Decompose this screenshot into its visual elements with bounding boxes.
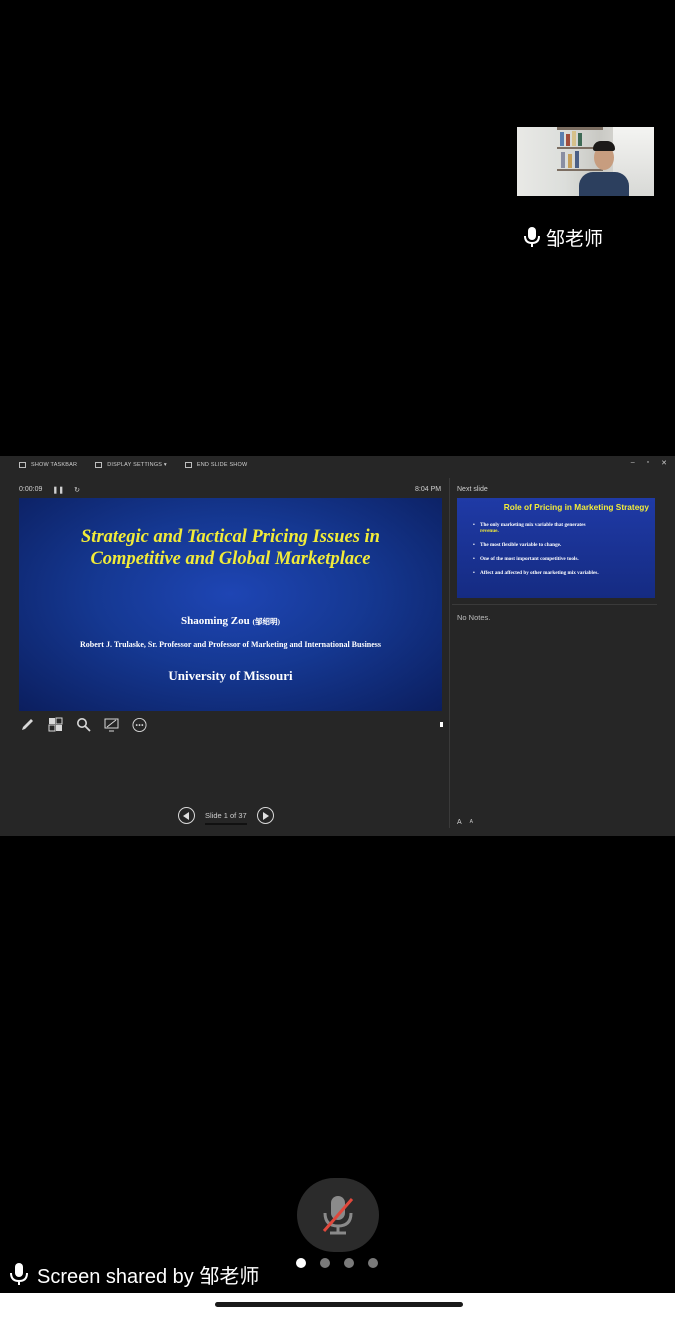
close-button[interactable]: ✕ <box>661 459 667 467</box>
slide-tools <box>20 717 147 732</box>
window-controls: – ▫ ✕ <box>631 459 667 467</box>
participant-name: 邹老师 <box>546 228 604 250</box>
end-show-icon <box>184 462 192 468</box>
bookshelf <box>557 127 603 130</box>
microphone-icon <box>10 1263 28 1285</box>
page-indicator[interactable] <box>296 1258 378 1268</box>
decrease-font-button[interactable]: A <box>470 819 473 826</box>
slide-university: University of Missouri <box>168 668 293 683</box>
shared-screen-presenter-view: SHOW TASKBAR DISPLAY SETTINGS ▾ END SLID… <box>0 456 675 836</box>
display-settings-icon <box>95 462 103 468</box>
list-item: Affect and affected by other marketing m… <box>473 570 651 576</box>
microphone-icon <box>524 227 540 247</box>
restore-button[interactable]: ▫ <box>647 459 649 467</box>
display-icon[interactable] <box>104 717 119 732</box>
slide-navigation: Slide 1 of 37 <box>178 807 274 825</box>
page-dot[interactable] <box>344 1258 354 1268</box>
zoom-icon[interactable] <box>76 717 91 732</box>
page-dot[interactable] <box>320 1258 330 1268</box>
more-icon[interactable] <box>132 717 147 732</box>
slide-author: Shaoming Zou (邹绍明) <box>180 615 281 627</box>
end-slide-show-button[interactable]: END SLIDE SHOW <box>184 462 247 468</box>
taskbar-icon <box>19 462 26 468</box>
slide-title: Strategic and Tactical Pricing Issues in… <box>81 527 380 569</box>
mute-toggle-button[interactable] <box>297 1178 379 1252</box>
microphone-muted-icon <box>322 1196 354 1235</box>
screen-share-label: Screen shared by 邹老师 <box>37 1265 260 1288</box>
increase-font-button[interactable]: A <box>457 819 462 826</box>
next-slide-preview[interactable]: Role of Pricing in Marketing Strategy Th… <box>457 498 655 598</box>
notes-font-controls: A A <box>457 819 473 826</box>
speaker-label: 邹老师 <box>522 224 603 250</box>
speaker-notes[interactable]: No Notes. <box>457 613 490 622</box>
minimize-button[interactable]: – <box>631 459 635 467</box>
page-dot[interactable] <box>296 1258 306 1268</box>
display-settings-button[interactable]: DISPLAY SETTINGS ▾ <box>95 462 167 468</box>
elapsed-timer: 0:00:09 ❚❚ ↻ <box>19 486 80 494</box>
notes-divider <box>452 604 657 605</box>
person-body <box>579 172 629 196</box>
next-slide-button[interactable] <box>256 807 274 824</box>
pen-icon[interactable] <box>20 717 35 732</box>
page-dot[interactable] <box>368 1258 378 1268</box>
slides-grid-icon[interactable] <box>48 717 63 732</box>
timer-value: 0:00:09 <box>19 486 43 493</box>
mouse-cursor <box>440 722 443 727</box>
list-item: The only marketing mix variable that gen… <box>473 522 651 534</box>
next-slide-label: Next slide <box>457 486 488 493</box>
pane-divider[interactable] <box>449 478 450 828</box>
show-taskbar-button[interactable]: SHOW TASKBAR <box>19 462 77 468</box>
pause-icon[interactable]: ❚❚ <box>52 486 64 494</box>
slide-counter[interactable]: Slide 1 of 37 <box>205 811 247 825</box>
next-slide-bullets: The only marketing mix variable that gen… <box>473 522 651 584</box>
home-indicator[interactable] <box>215 1302 463 1307</box>
slide-author-position: Robert J. Trulaske, Sr. Professor and Pr… <box>79 640 382 649</box>
screen-share-indicator: Screen shared by 邹老师 <box>8 1261 260 1288</box>
current-slide: Strategic and Tactical Pricing Issues in… <box>19 498 442 711</box>
list-item: The most flexible variable to change. <box>473 542 651 548</box>
clock: 8:04 PM <box>415 486 442 493</box>
presenter-toolbar: SHOW TASKBAR DISPLAY SETTINGS ▾ END SLID… <box>0 456 675 474</box>
list-item: One of the most important competitive to… <box>473 556 651 562</box>
next-slide-title: Role of Pricing in Marketing Strategy <box>503 502 649 512</box>
previous-slide-button[interactable] <box>178 807 195 824</box>
reset-icon[interactable]: ↻ <box>74 486 80 494</box>
participant-video-tile[interactable] <box>517 127 654 196</box>
